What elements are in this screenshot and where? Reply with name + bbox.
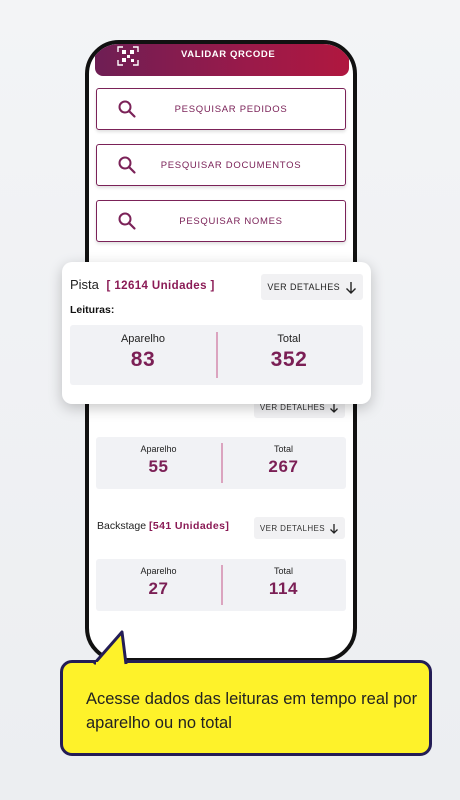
total-value: 352 xyxy=(270,348,308,371)
validate-qrcode-label: VALIDAR QRCODE xyxy=(181,49,276,60)
device-value: 55 xyxy=(148,457,169,476)
total-stat: Total 114 xyxy=(221,566,346,599)
device-stat: Aparelho 55 xyxy=(96,444,221,477)
total-label: Total xyxy=(273,566,293,576)
total-stat: Total 267 xyxy=(221,444,346,477)
view-details-button[interactable]: VER DETALHES xyxy=(253,517,345,539)
readings-label: Leituras: xyxy=(70,304,115,316)
featured-name: Pista xyxy=(70,277,99,292)
search-orders-button[interactable]: PESQUISAR PEDIDOS xyxy=(96,88,346,130)
validate-qrcode-button[interactable]: VALIDAR QRCODE xyxy=(95,44,349,76)
arrow-down-icon xyxy=(346,281,356,294)
qrcode-icon xyxy=(117,46,139,66)
device-value: 27 xyxy=(148,579,169,598)
total-stat: Total 352 xyxy=(216,333,362,372)
section-stats: Aparelho 27 Total 114 xyxy=(96,559,346,611)
device-label: Aparelho xyxy=(120,333,166,345)
view-details-label: VER DETALHES xyxy=(259,523,325,533)
search-documents-label: PESQUISAR DOCUMENTOS xyxy=(160,160,302,171)
section-stats: Aparelho 55 Total 267 xyxy=(96,437,346,489)
device-stat: Aparelho 83 xyxy=(70,333,216,372)
section-units: [541 Unidades] xyxy=(148,520,230,532)
section-name: Backstage xyxy=(97,520,147,532)
search-orders-label: PESQUISAR PEDIDOS xyxy=(174,104,288,115)
info-callout: Acesse dados das leituras em tempo real … xyxy=(60,660,432,756)
total-label: Total xyxy=(273,444,293,454)
total-value: 267 xyxy=(268,457,299,476)
search-names-button[interactable]: PESQUISAR NOMES xyxy=(96,200,346,242)
featured-title: Pista [ 12614 Unidades ] xyxy=(70,277,215,292)
callout-tail xyxy=(92,630,128,666)
view-details-label: VER DETALHES xyxy=(267,282,340,292)
callout-text: Acesse dados das leituras em tempo real … xyxy=(86,690,418,732)
total-value: 114 xyxy=(268,579,299,598)
featured-stats: Aparelho 83 Total 352 xyxy=(70,325,363,385)
total-label: Total xyxy=(277,333,301,345)
search-documents-button[interactable]: PESQUISAR DOCUMENTOS xyxy=(96,144,346,186)
featured-units: [ 12614 Unidades ] xyxy=(106,280,215,292)
device-label: Aparelho xyxy=(140,444,177,454)
device-value: 83 xyxy=(130,348,156,371)
view-details-button[interactable]: VER DETALHES xyxy=(261,274,363,300)
device-label: Aparelho xyxy=(140,566,177,576)
search-names-label: PESQUISAR NOMES xyxy=(179,216,283,227)
arrow-down-icon xyxy=(330,523,338,534)
featured-sector-card: Pista [ 12614 Unidades ] VER DETALHES Le… xyxy=(62,262,371,404)
device-stat: Aparelho 27 xyxy=(96,566,221,599)
section-title: Backstage [541 Unidades] xyxy=(97,520,229,532)
